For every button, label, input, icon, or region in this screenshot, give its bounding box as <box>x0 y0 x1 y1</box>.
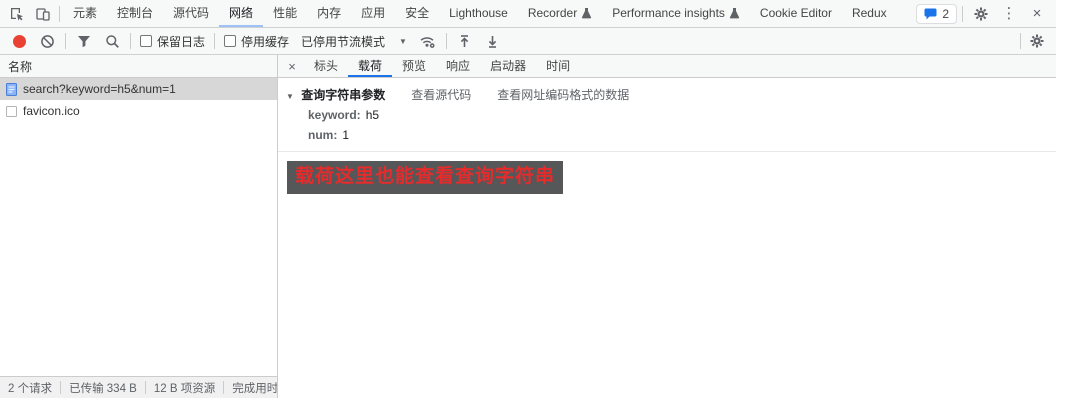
device-toolbar-icon[interactable] <box>30 2 56 26</box>
network-summary-status-bar: 2 个请求 已传输 334 B 12 B 项资源 完成用时: 70 <box>0 376 277 398</box>
export-har-icon[interactable] <box>480 29 506 53</box>
disable-cache-checkbox[interactable]: 停用缓存 <box>220 33 293 50</box>
tab-application[interactable]: 应用 <box>351 0 395 27</box>
finish-time: 完成用时: 70 <box>232 382 277 395</box>
checkbox <box>140 35 152 47</box>
request-row-favicon[interactable]: favicon.ico <box>0 100 277 122</box>
param-value: 1 <box>342 128 350 142</box>
close-details-icon[interactable]: × <box>280 55 304 77</box>
more-options-icon[interactable]: ⋮ <box>996 2 1022 26</box>
tab-elements[interactable]: 元素 <box>63 0 107 27</box>
filter-funnel-icon[interactable] <box>71 29 97 53</box>
generic-file-icon <box>6 105 17 118</box>
tab-performance-insights[interactable]: Performance insights <box>602 0 750 27</box>
devtools-window: 元素 控制台 源代码 网络 性能 内存 应用 安全 Lighthouse Rec… <box>0 0 1056 398</box>
tab-cookie-editor[interactable]: Cookie Editor <box>750 0 842 27</box>
section-divider <box>278 151 1056 152</box>
tab-timing[interactable]: 时间 <box>536 55 580 77</box>
annotation-overlay: 载荷这里也能查看查询字符串 <box>287 161 564 194</box>
param-row-num: num: 1 <box>278 125 1056 145</box>
record-network-log-icon[interactable] <box>6 29 32 53</box>
tab-preview[interactable]: 预览 <box>392 55 436 77</box>
payload-content: ▼ 查询字符串参数 查看源代码 查看网址编码格式的数据 keyword: h5 n… <box>278 78 1056 194</box>
clear-network-log-icon[interactable] <box>34 29 60 53</box>
document-request-icon <box>6 82 17 96</box>
query-string-section-header: ▼ 查询字符串参数 查看源代码 查看网址编码格式的数据 <box>278 86 1056 105</box>
view-urlencoded-link[interactable]: 查看网址编码格式的数据 <box>497 86 629 103</box>
request-details-panel: × 标头 载荷 预览 响应 启动器 时间 ▼ 查询字符串参数 查看源代码 查看网… <box>278 55 1056 398</box>
inspect-element-icon[interactable] <box>4 2 30 26</box>
status-divider <box>144 381 146 394</box>
section-title-wrap[interactable]: ▼ 查询字符串参数 <box>286 86 385 103</box>
section-title: 查询字符串参数 <box>301 88 386 102</box>
disable-cache-label: 停用缓存 <box>241 34 290 49</box>
chevron-down-icon: ▼ <box>399 36 407 46</box>
preserve-log-label: 保留日志 <box>157 34 206 49</box>
main-panel-tabs: 元素 控制台 源代码 网络 性能 内存 应用 安全 Lighthouse Rec… <box>63 0 897 27</box>
main-toolbar-right: 2 ⋮ × <box>916 2 1052 26</box>
request-details-tabbar: × 标头 载荷 预览 响应 启动器 时间 <box>278 55 1056 78</box>
speech-bubble-icon <box>924 8 937 20</box>
throttling-value: 已停用节流模式 <box>301 34 386 49</box>
close-devtools-icon[interactable]: × <box>1024 2 1050 26</box>
tab-network[interactable]: 网络 <box>219 0 264 27</box>
issues-messages-badge[interactable]: 2 <box>916 3 957 24</box>
tab-lighthouse[interactable]: Lighthouse <box>439 0 518 27</box>
toolbar-divider <box>130 33 131 49</box>
tab-security[interactable]: 安全 <box>395 0 439 27</box>
network-main-area: 名称 search?keyword=h5&num=1 favicon.ico 2… <box>0 55 1056 398</box>
disclosure-triangle-icon: ▼ <box>286 92 294 101</box>
checkbox <box>224 35 237 47</box>
tab-headers[interactable]: 标头 <box>304 55 348 77</box>
requests-name-column-header[interactable]: 名称 <box>0 55 277 78</box>
param-row-keyword: keyword: h5 <box>278 105 1056 125</box>
network-settings-gear-icon[interactable] <box>1024 29 1050 53</box>
view-source-link[interactable]: 查看源代码 <box>411 86 471 103</box>
request-name: favicon.ico <box>23 104 80 118</box>
experiment-flask-icon <box>729 7 740 19</box>
throttling-dropdown[interactable]: 已停用节流模式 ▼ <box>295 33 413 50</box>
tab-performance[interactable]: 性能 <box>263 0 307 27</box>
tab-payload[interactable]: 载荷 <box>348 55 393 77</box>
import-har-icon[interactable] <box>452 29 478 53</box>
transferred-size: 已传输 334 B <box>69 382 137 395</box>
resources-size: 12 B 项资源 <box>153 382 216 395</box>
toolbar-divider <box>445 33 447 49</box>
search-icon[interactable] <box>99 29 125 53</box>
network-toolbar: 保留日志 停用缓存 已停用节流模式 ▼ <box>0 28 1056 55</box>
preserve-log-checkbox[interactable]: 保留日志 <box>136 33 209 50</box>
request-name: search?keyword=h5&num=1 <box>23 82 176 96</box>
messages-count: 2 <box>942 6 949 21</box>
settings-gear-icon[interactable] <box>968 2 994 26</box>
status-divider <box>60 381 62 394</box>
toolbar-divider <box>59 5 60 22</box>
record-dot <box>12 34 26 48</box>
toolbar-divider <box>65 33 66 49</box>
tab-response[interactable]: 响应 <box>436 55 480 77</box>
toolbar-divider <box>1020 33 1021 49</box>
tab-memory[interactable]: 内存 <box>307 0 351 27</box>
param-name: keyword: <box>308 108 361 122</box>
requests-count: 2 个请求 <box>8 382 53 395</box>
network-conditions-icon[interactable] <box>415 29 441 53</box>
status-divider <box>223 381 225 394</box>
tab-console[interactable]: 控制台 <box>107 0 163 27</box>
devtools-main-tabbar: 元素 控制台 源代码 网络 性能 内存 应用 安全 Lighthouse Rec… <box>0 0 1056 28</box>
toolbar-divider <box>962 5 963 22</box>
network-toolbar-right <box>1017 29 1050 53</box>
tab-recorder[interactable]: Recorder <box>518 0 602 27</box>
tab-sources[interactable]: 源代码 <box>163 0 219 27</box>
experiment-flask-icon <box>581 7 592 19</box>
request-row-search[interactable]: search?keyword=h5&num=1 <box>0 78 277 100</box>
toolbar-divider <box>214 33 216 49</box>
requests-panel: 名称 search?keyword=h5&num=1 favicon.ico 2… <box>0 55 278 398</box>
requests-list: search?keyword=h5&num=1 favicon.ico <box>0 78 277 376</box>
param-value: h5 <box>365 108 380 122</box>
tab-initiator[interactable]: 启动器 <box>480 55 536 77</box>
param-name: num: <box>308 128 338 142</box>
tab-redux[interactable]: Redux <box>842 0 897 27</box>
